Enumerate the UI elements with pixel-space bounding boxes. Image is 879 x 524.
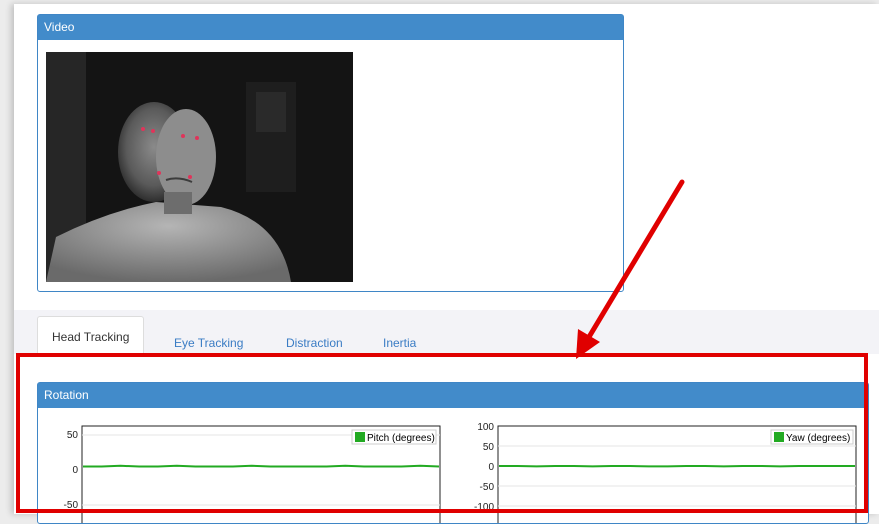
yaw-legend-swatch	[774, 432, 784, 442]
video-panel-title: Video	[38, 15, 623, 40]
yaw-y-tick-label: 100	[477, 423, 494, 433]
pitch-series-line	[83, 466, 439, 467]
video-panel: Video	[37, 14, 624, 292]
tab-head-tracking[interactable]: Head Tracking	[37, 316, 144, 355]
yaw-legend-label: Yaw (degrees)	[786, 433, 850, 444]
tab-distraction[interactable]: Distraction	[286, 323, 343, 354]
page: Video	[14, 4, 879, 514]
yaw-chart: 100 50 0 -50 -100 Yaw (degrees)	[462, 423, 862, 523]
tab-bar: Head Tracking Eye Tracking Distraction I…	[14, 310, 879, 354]
pitch-legend-label: Pitch (degrees)	[367, 433, 435, 444]
yaw-y-tick-label: 0	[488, 462, 494, 473]
pitch-y-tick-label: 50	[67, 430, 79, 441]
yaw-y-tick-label: -100	[474, 502, 494, 513]
yaw-y-tick-label: 50	[483, 442, 495, 453]
pitch-y-tick-label: -50	[64, 500, 79, 511]
tab-inertia[interactable]: Inertia	[383, 323, 416, 354]
video-feed-image	[46, 52, 353, 282]
rotation-panel-title: Rotation	[38, 383, 868, 408]
yaw-y-tick-label: -50	[480, 482, 495, 493]
rotation-panel: Rotation 50 0 -50 Pitch (degrees) 100 50…	[37, 382, 869, 524]
video-feed	[46, 52, 353, 282]
arrow-shaft	[586, 182, 682, 342]
annotation-arrow	[554, 174, 694, 364]
pitch-legend-swatch	[355, 432, 365, 442]
arrow-head	[576, 329, 600, 359]
tab-eye-tracking[interactable]: Eye Tracking	[174, 323, 243, 354]
pitch-y-tick-label: 0	[72, 465, 78, 476]
pitch-chart: 50 0 -50 Pitch (degrees)	[46, 423, 446, 523]
pitch-series	[83, 466, 439, 467]
